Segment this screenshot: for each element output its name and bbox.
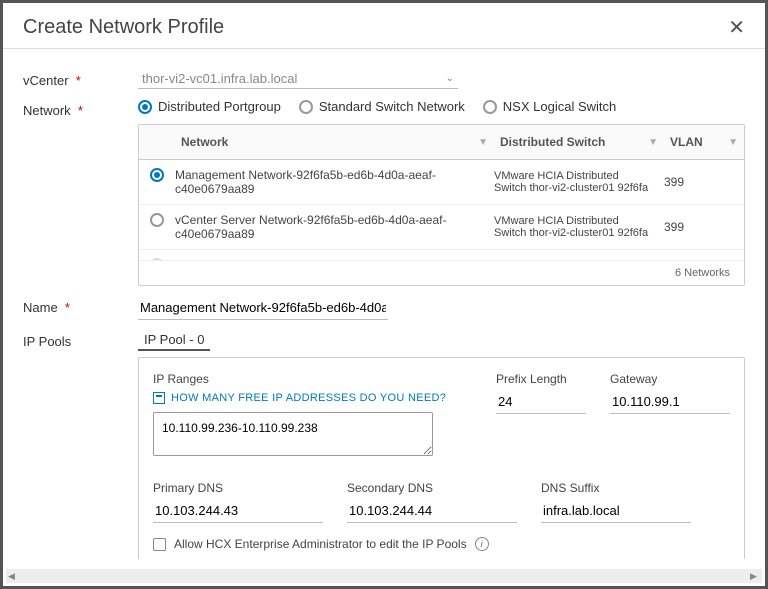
- allow-hcx-checkbox[interactable]: [153, 538, 166, 551]
- horizontal-scrollbar[interactable]: ◀ ▶: [6, 569, 762, 583]
- table-header: Network ▼ Distributed Switch ▼ VLAN ▼: [139, 125, 744, 160]
- dns-suffix-label: DNS Suffix: [541, 481, 691, 495]
- gateway-input[interactable]: [610, 390, 730, 414]
- dns-suffix-input[interactable]: [541, 499, 691, 523]
- ip-pools-label: IP Pools: [23, 330, 138, 349]
- network-label: Network *: [23, 99, 138, 118]
- allow-hcx-row: Allow HCX Enterprise Administrator to ed…: [153, 537, 730, 551]
- ip-ranges-label: IP Ranges: [153, 372, 476, 386]
- radio-icon: [483, 100, 497, 114]
- col-network: Network: [181, 135, 228, 149]
- row-radio-icon[interactable]: [150, 213, 164, 227]
- vcenter-label: vCenter *: [23, 69, 138, 88]
- radio-nsx-logical[interactable]: NSX Logical Switch: [483, 99, 616, 114]
- filter-icon[interactable]: ▼: [478, 137, 488, 148]
- secondary-dns-label: Secondary DNS: [347, 481, 517, 495]
- chevron-down-icon: ⌄: [446, 73, 454, 84]
- calculator-icon: [153, 392, 165, 404]
- modal-header: Create Network Profile ✕: [3, 3, 765, 49]
- primary-dns-input[interactable]: [153, 499, 323, 523]
- radio-distributed-portgroup[interactable]: Distributed Portgroup: [138, 99, 281, 114]
- row-radio-icon[interactable]: [150, 258, 164, 260]
- table-row[interactable]: vCenter Server Network-92f6fa5b-ed6b-4d0…: [139, 205, 744, 250]
- vcenter-select[interactable]: thor-vi2-vc01.infra.lab.local ⌄: [138, 69, 458, 89]
- col-vlan: VLAN: [670, 135, 703, 149]
- primary-dns-label: Primary DNS: [153, 481, 323, 495]
- gateway-label: Gateway: [610, 372, 730, 386]
- prefix-length-label: Prefix Length: [496, 372, 586, 386]
- scroll-left-icon[interactable]: ◀: [8, 571, 18, 581]
- filter-icon[interactable]: ▼: [648, 137, 658, 148]
- filter-icon[interactable]: ▼: [728, 137, 738, 148]
- info-icon[interactable]: i: [475, 537, 489, 551]
- scroll-right-icon[interactable]: ▶: [750, 571, 760, 581]
- row-radio-icon[interactable]: [150, 168, 164, 182]
- table-row[interactable]: Management Network-92f6fa5b-ed6b-4d0a-ae…: [139, 160, 744, 205]
- close-icon[interactable]: ✕: [728, 15, 745, 40]
- table-row[interactable]: Virtual SAN-92f6fa5b-ed6b-4d0a-aeaf-c40e…: [139, 250, 744, 260]
- col-switch: Distributed Switch: [500, 135, 605, 149]
- name-input[interactable]: [138, 296, 388, 320]
- allow-hcx-label: Allow HCX Enterprise Administrator to ed…: [174, 537, 467, 551]
- secondary-dns-input[interactable]: [347, 499, 517, 523]
- modal-title: Create Network Profile: [23, 16, 224, 39]
- vcenter-value: thor-vi2-vc01.infra.lab.local: [142, 71, 297, 86]
- network-type-radio-group: Distributed Portgroup Standard Switch Ne…: [138, 99, 745, 114]
- network-table: Network ▼ Distributed Switch ▼ VLAN ▼: [138, 124, 745, 286]
- name-label: Name *: [23, 296, 138, 315]
- ip-pool-panel: IP Ranges HOW MANY FREE IP ADDRESSES DO …: [138, 357, 745, 559]
- table-body[interactable]: Management Network-92f6fa5b-ed6b-4d0a-ae…: [139, 160, 744, 260]
- ip-pool-tab[interactable]: IP Pool - 0: [138, 330, 210, 351]
- table-footer: 6 Networks: [139, 260, 744, 285]
- radio-icon: [138, 100, 152, 114]
- radio-icon: [299, 100, 313, 114]
- modal-content: vCenter * thor-vi2-vc01.infra.lab.local …: [3, 49, 765, 559]
- radio-standard-switch[interactable]: Standard Switch Network: [299, 99, 465, 114]
- ip-ranges-textarea[interactable]: [153, 412, 433, 456]
- prefix-length-input[interactable]: [496, 390, 586, 414]
- ip-help-link[interactable]: HOW MANY FREE IP ADDRESSES DO YOU NEED?: [153, 392, 476, 404]
